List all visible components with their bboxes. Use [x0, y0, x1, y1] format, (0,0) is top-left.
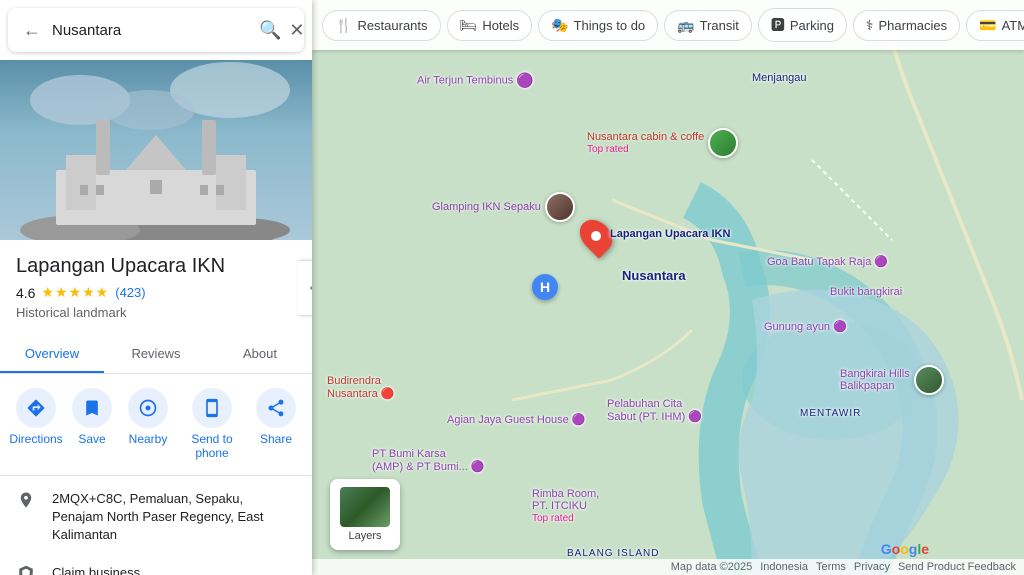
close-icon[interactable]: ✕: [289, 20, 304, 41]
footer-terms[interactable]: Terms: [816, 561, 846, 573]
send-to-phone-label: Send to phone: [176, 432, 248, 461]
toolbar-transit[interactable]: 🚌 Transit: [664, 10, 752, 41]
hero-image[interactable]: [0, 60, 312, 240]
share-icon: [256, 388, 296, 428]
layers-label: Layers: [348, 530, 381, 542]
share-label: Share: [260, 432, 292, 446]
rating-row: 4.6 ★★★★★ (423): [16, 284, 296, 301]
toolbar-atms[interactable]: 💳 ATMs: [966, 10, 1024, 41]
nearby-label: Nearby: [129, 432, 168, 446]
layers-thumbnail: [340, 487, 390, 527]
action-buttons: Directions Save Nearby Send to phone Sha…: [0, 374, 312, 476]
hotels-label: Hotels: [482, 18, 519, 33]
location-icon: [16, 491, 36, 514]
search-icon[interactable]: 🔍: [259, 20, 281, 41]
tab-reviews[interactable]: Reviews: [104, 336, 208, 373]
tab-overview[interactable]: Overview: [0, 336, 104, 373]
footer-country[interactable]: Indonesia: [760, 561, 808, 573]
map-area[interactable]: 🍴 Restaurants 🛏 Hotels 🎭 Things to do 🚌 …: [312, 0, 1024, 575]
map-toolbar: 🍴 Restaurants 🛏 Hotels 🎭 Things to do 🚌 …: [312, 0, 1024, 50]
toolbar-restaurants[interactable]: 🍴 Restaurants: [322, 10, 441, 41]
atms-label: ATMs: [1002, 18, 1024, 33]
things-icon: 🎭: [551, 17, 568, 34]
place-type: Historical landmark: [16, 305, 296, 320]
tab-about[interactable]: About: [208, 336, 312, 373]
save-icon: [72, 388, 112, 428]
directions-button[interactable]: Directions: [8, 388, 64, 461]
search-input[interactable]: [52, 22, 251, 39]
google-logo: Google: [881, 541, 929, 557]
parking-icon: 🅿: [771, 15, 785, 35]
send-to-phone-icon: [192, 388, 232, 428]
address-text: 2MQX+C8C, Pemaluan, Sepaku, Penajam Nort…: [52, 490, 296, 545]
collapse-toggle[interactable]: [298, 260, 312, 316]
place-info: Lapangan Upacara IKN 4.6 ★★★★★ (423) His…: [0, 240, 312, 328]
share-button[interactable]: Share: [248, 388, 304, 461]
map-label-nusantara-cabin: Nusantara cabin & coffeTop rated: [587, 128, 738, 158]
review-count[interactable]: (423): [115, 285, 145, 300]
pharmacies-icon: ⚕: [866, 17, 874, 34]
map-footer: Map data ©2025 Indonesia Terms Privacy S…: [312, 559, 1024, 575]
glamping-photo: [545, 192, 575, 222]
footer-privacy[interactable]: Privacy: [854, 561, 890, 573]
info-list: 2MQX+C8C, Pemaluan, Sepaku, Penajam Nort…: [0, 476, 312, 575]
save-label: Save: [78, 432, 105, 446]
claim-business-text: Claim business: [52, 564, 140, 575]
back-button[interactable]: ←: [20, 18, 44, 42]
toolbar-hotels[interactable]: 🛏 Hotels: [447, 10, 533, 41]
things-label: Things to do: [574, 18, 646, 33]
parking-label: Parking: [790, 18, 834, 33]
nearby-button[interactable]: Nearby: [120, 388, 176, 461]
save-button[interactable]: Save: [64, 388, 120, 461]
copyright-text: Map data ©2025: [671, 561, 753, 573]
restaurants-label: Restaurants: [357, 18, 427, 33]
stars: ★★★★★: [41, 284, 109, 301]
directions-label: Directions: [9, 432, 62, 446]
map-svg: [312, 0, 1024, 575]
claim-business-item[interactable]: Claim business: [0, 554, 312, 575]
restaurants-icon: 🍴: [335, 17, 352, 34]
toolbar-pharmacies[interactable]: ⚕ Pharmacies: [853, 10, 960, 41]
nusantara-cabin-photo: [708, 128, 738, 158]
hospital-marker: H: [532, 274, 558, 300]
place-name: Lapangan Upacara IKN: [16, 254, 296, 278]
map-label-glamping: Glamping IKN Sepaku: [432, 192, 575, 222]
layers-button[interactable]: Layers: [330, 479, 400, 550]
toolbar-parking[interactable]: 🅿 Parking: [758, 8, 847, 42]
atms-icon: 💳: [979, 17, 996, 34]
send-to-phone-button[interactable]: Send to phone: [176, 388, 248, 461]
pharmacies-label: Pharmacies: [879, 18, 948, 33]
directions-icon: [16, 388, 56, 428]
rating-number: 4.6: [16, 285, 35, 301]
nearby-icon: [128, 388, 168, 428]
transit-icon: 🚌: [677, 17, 694, 34]
left-panel: ← 🔍 ✕: [0, 0, 312, 575]
hotels-icon: 🛏: [460, 17, 478, 34]
address-item[interactable]: 2MQX+C8C, Pemaluan, Sepaku, Penajam Nort…: [0, 480, 312, 555]
footer-feedback[interactable]: Send Product Feedback: [898, 561, 1016, 573]
toolbar-things-to-do[interactable]: 🎭 Things to do: [538, 10, 658, 41]
transit-label: Transit: [700, 18, 739, 33]
search-bar: ← 🔍 ✕: [8, 8, 304, 52]
tabs: Overview Reviews About: [0, 336, 312, 374]
claim-icon: [16, 565, 36, 575]
